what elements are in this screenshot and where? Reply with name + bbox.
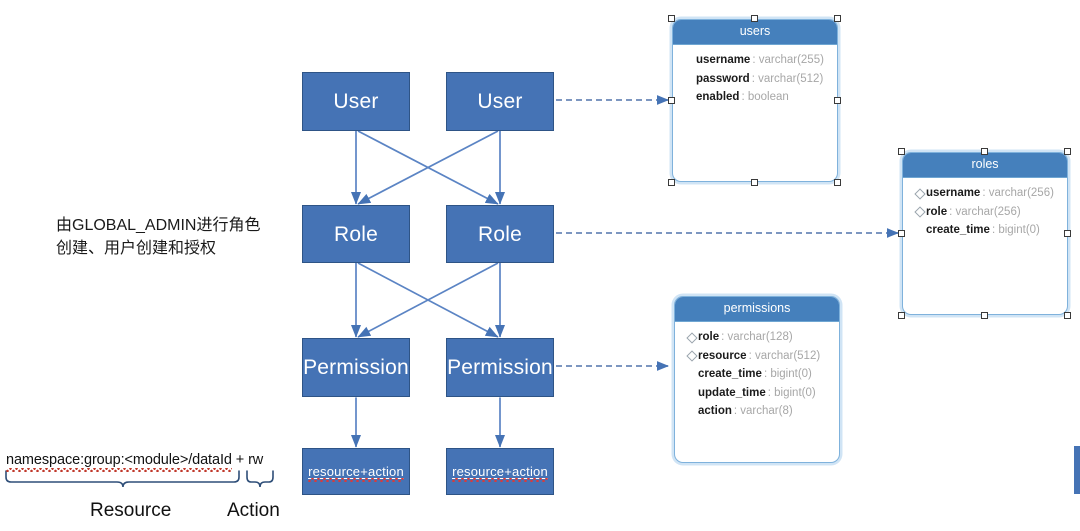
selection-handle-e[interactable] xyxy=(1064,230,1071,237)
selection-handle-w[interactable] xyxy=(898,230,905,237)
column-type-value: bigint(0) xyxy=(770,368,812,380)
selection-handle-s[interactable] xyxy=(751,179,758,186)
diagram-canvas: User User Role Role Permission Permissio… xyxy=(0,0,1080,531)
flow-node-resource-action-right[interactable]: resource+action xyxy=(446,448,554,495)
permission-separator: + xyxy=(231,452,249,468)
er-column-row: username: varchar(255) xyxy=(673,52,837,71)
selection-handle-w[interactable] xyxy=(668,97,675,104)
er-column-row: create_time: bigint(0) xyxy=(675,366,839,385)
selection-handle-sw[interactable] xyxy=(668,179,675,186)
annotation-admin-note: 由GLOBAL_ADMIN进行角色创建、用户创建和授权 xyxy=(56,217,261,258)
flow-node-role-right[interactable]: Role xyxy=(446,205,554,263)
selection-handle-se[interactable] xyxy=(1064,312,1071,319)
selection-handle-sw[interactable] xyxy=(898,312,905,319)
er-table-users[interactable]: users username: varchar(255) password: v… xyxy=(672,19,838,182)
column-type: : varchar(256) xyxy=(949,205,1021,218)
selection-handle-ne[interactable] xyxy=(1064,148,1071,155)
selection-handle-se[interactable] xyxy=(834,179,841,186)
column-name: create_time xyxy=(698,368,762,380)
column-type-value: varchar(255) xyxy=(758,54,824,66)
column-type: : varchar(512) xyxy=(751,72,824,85)
column-type: : varchar(8) xyxy=(733,405,793,417)
brace-label-resource: Resource xyxy=(90,500,172,521)
flow-node-label: resource+action xyxy=(308,464,404,482)
column-type: : varchar(512) xyxy=(748,349,821,362)
permission-action-part: rw xyxy=(248,452,264,468)
column-name: username xyxy=(696,54,751,66)
er-column-row: role: varchar(128) xyxy=(675,329,839,348)
column-type-value: bigint(0) xyxy=(998,224,1040,236)
selection-handle-n[interactable] xyxy=(751,15,758,22)
er-column-row: update_time: bigint(0) xyxy=(675,384,839,403)
column-name: create_time xyxy=(926,224,990,236)
column-type: : bigint(0) xyxy=(991,224,1040,236)
permission-resource-part: namespace:group:<module>/dataId xyxy=(6,452,232,472)
column-type: : varchar(128) xyxy=(721,331,793,343)
column-type: : varchar(255) xyxy=(752,54,824,66)
flow-node-label: User xyxy=(333,90,379,113)
primary-key-icon xyxy=(685,350,698,362)
flow-node-permission-left[interactable]: Permission xyxy=(302,338,410,397)
column-name: username xyxy=(926,187,981,199)
er-table-title: users xyxy=(673,20,837,45)
flow-node-permission-right[interactable]: Permission xyxy=(446,338,554,397)
er-table-title: permissions xyxy=(675,297,839,322)
er-column-row: enabled: boolean xyxy=(673,89,837,108)
flow-node-label: Permission xyxy=(303,356,409,379)
column-type-value: varchar(128) xyxy=(727,331,793,343)
column-name: resource xyxy=(698,349,747,362)
er-column-row: action: varchar(8) xyxy=(675,403,839,422)
flow-node-user-right[interactable]: User xyxy=(446,72,554,131)
column-type-value: varchar(256) xyxy=(988,187,1054,199)
column-type-value: varchar(8) xyxy=(740,405,793,417)
flow-node-label: resource+action xyxy=(452,464,548,482)
selection-handle-n[interactable] xyxy=(981,148,988,155)
brace-label-action: Action xyxy=(227,500,280,521)
selection-handle-nw[interactable] xyxy=(898,148,905,155)
selection-handle-s[interactable] xyxy=(981,312,988,319)
column-type: : boolean xyxy=(741,91,789,103)
column-name: role xyxy=(926,205,948,218)
flow-node-user-left[interactable]: User xyxy=(302,72,410,131)
selection-handle-ne[interactable] xyxy=(834,15,841,22)
column-type: : varchar(256) xyxy=(982,187,1054,199)
selection-handle-e[interactable] xyxy=(834,97,841,104)
er-column-row: password: varchar(512) xyxy=(673,70,837,89)
flow-node-label: Role xyxy=(334,222,378,246)
flow-node-label: Permission xyxy=(447,356,553,379)
column-name: enabled xyxy=(696,91,740,103)
er-table-title: roles xyxy=(903,153,1067,178)
column-type-value: bigint(0) xyxy=(774,386,816,399)
column-name: password xyxy=(696,72,750,85)
er-column-row: resource: varchar(512) xyxy=(675,347,839,366)
column-name: action xyxy=(698,405,732,417)
er-table-columns: username: varchar(256) role: varchar(256… xyxy=(903,178,1067,241)
column-type: : bigint(0) xyxy=(763,368,812,380)
er-column-row: role: varchar(256) xyxy=(903,203,1067,222)
column-type-value: varchar(512) xyxy=(754,349,821,362)
primary-key-icon xyxy=(685,332,698,344)
flow-node-label: User xyxy=(477,90,523,113)
column-type: : bigint(0) xyxy=(767,386,816,399)
column-type-value: varchar(512) xyxy=(758,72,824,85)
selection-handle-nw[interactable] xyxy=(668,15,675,22)
permission-string-legend: namespace:group:<module>/dataId + rw xyxy=(6,452,264,472)
column-name: role xyxy=(698,331,720,343)
flow-node-role-left[interactable]: Role xyxy=(302,205,410,263)
er-table-permissions[interactable]: permissions role: varchar(128) resource:… xyxy=(674,296,840,463)
primary-key-icon xyxy=(913,206,926,218)
right-edge-marker xyxy=(1074,446,1080,494)
flow-node-label: Role xyxy=(478,222,522,246)
er-table-columns: role: varchar(128) resource: varchar(512… xyxy=(675,322,839,422)
er-column-row: username: varchar(256) xyxy=(903,185,1067,204)
primary-key-icon xyxy=(913,188,926,200)
er-table-columns: username: varchar(255) password: varchar… xyxy=(673,45,837,108)
column-name: update_time xyxy=(698,386,766,399)
er-column-row: create_time: bigint(0) xyxy=(903,222,1067,241)
column-type-value: varchar(256) xyxy=(955,205,1021,218)
er-table-roles[interactable]: roles username: varchar(256) role: varch… xyxy=(902,152,1068,315)
flow-node-resource-action-left[interactable]: resource+action xyxy=(302,448,410,495)
column-type-value: boolean xyxy=(747,91,789,103)
